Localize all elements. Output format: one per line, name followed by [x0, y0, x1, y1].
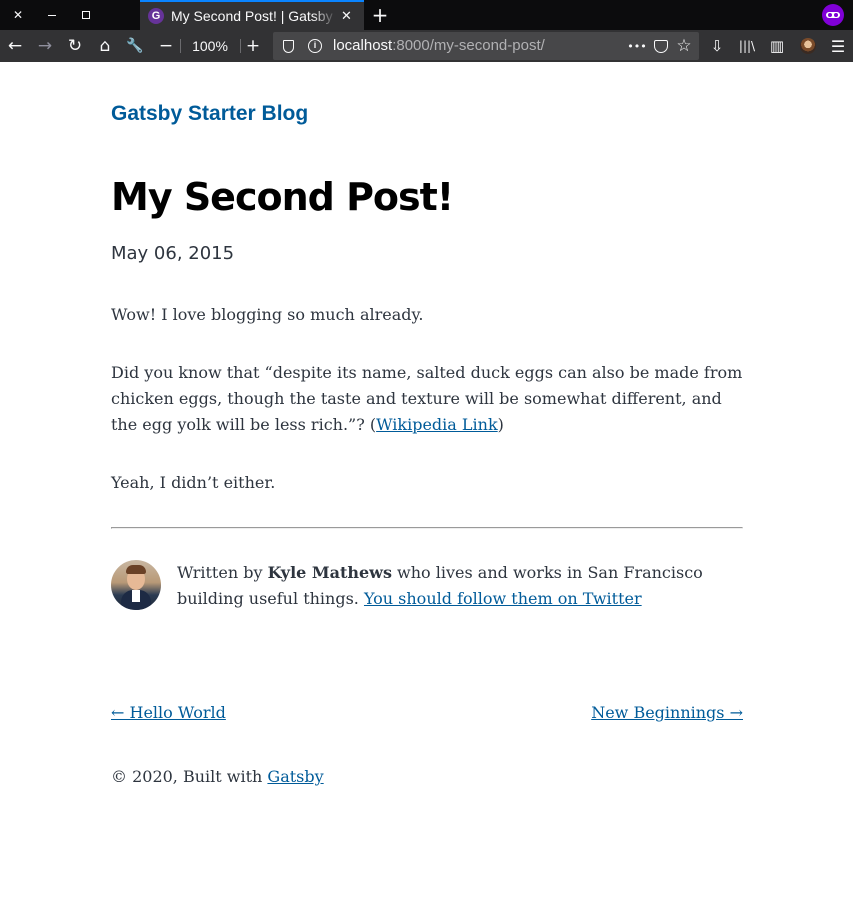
library-icon: |||\ — [738, 39, 756, 53]
previous-post-link[interactable]: ← Hello World — [111, 700, 226, 726]
site-title-link[interactable]: Gatsby Starter Blog — [111, 102, 308, 126]
pocket-button[interactable] — [649, 34, 673, 58]
customize-button[interactable]: 🔧 — [122, 33, 148, 59]
close-icon: ✕ — [12, 8, 24, 22]
post-title: My Second Post! — [111, 175, 454, 219]
browser-navigation-toolbar: ← → ↻ ⌂ 🔧 − 100% + i localhost:8000/my-s… — [0, 30, 853, 62]
post-paragraph: Wow! I love blogging so much already. — [111, 305, 424, 324]
paragraph-text: ) — [497, 415, 504, 434]
window-close-button[interactable]: ✕ — [1, 0, 35, 30]
minimize-icon — [48, 14, 56, 16]
bookmark-button[interactable]: ☆ — [672, 34, 696, 58]
minus-icon: − — [158, 36, 174, 56]
author-avatar — [111, 560, 161, 610]
window-maximize-button[interactable] — [69, 0, 103, 30]
site-info-button[interactable]: i — [303, 34, 327, 58]
library-button[interactable]: |||\ — [734, 33, 760, 59]
gatsby-favicon-icon: G — [148, 8, 164, 24]
back-button[interactable]: ← — [2, 33, 28, 59]
home-button[interactable]: ⌂ — [92, 33, 118, 59]
reload-icon: ↻ — [67, 36, 83, 56]
star-icon: ☆ — [676, 36, 692, 56]
new-tab-button[interactable]: + — [368, 0, 392, 30]
twitter-follow-link[interactable]: You should follow them on Twitter — [364, 589, 642, 608]
arrow-right-icon: → — [37, 36, 53, 56]
author-name: Kyle Mathews — [267, 563, 392, 582]
post-paragraph: Yeah, I didn’t either. — [111, 473, 276, 492]
private-browsing-icon — [822, 4, 844, 26]
private-mask-shape — [826, 12, 840, 18]
post-divider — [111, 527, 743, 529]
browser-tab-active[interactable]: G My Second Post! | Gatsby Starter Blog … — [140, 0, 364, 30]
post-paragraph: Did you know that “despite its name, sal… — [111, 360, 743, 438]
menu-button[interactable]: ☰ — [825, 33, 851, 59]
tracking-protection-button[interactable] — [276, 34, 300, 58]
home-icon: ⌂ — [99, 36, 111, 56]
url-path: :8000/my-second-post/ — [392, 37, 545, 54]
tab-close-icon[interactable]: ✕ — [341, 9, 352, 24]
download-icon: ⇩ — [710, 37, 724, 55]
sidebar-button[interactable]: ▥ — [764, 33, 790, 59]
shield-icon — [282, 39, 294, 53]
downloads-button[interactable]: ⇩ — [704, 33, 730, 59]
url-text[interactable]: localhost:8000/my-second-post/ — [333, 32, 545, 60]
sidebar-icon: ▥ — [769, 37, 785, 55]
arrow-left-icon: ← — [7, 36, 23, 56]
zoom-out-button[interactable]: − — [153, 33, 179, 59]
hamburger-menu-icon: ☰ — [830, 36, 846, 56]
browser-tab-bar: ✕ G My Second Post! | Gatsby Starter Blo… — [0, 0, 853, 30]
plus-icon: + — [245, 36, 261, 56]
footer-text: © 2020, Built with — [111, 767, 268, 786]
tab-title: My Second Post! | Gatsby Starter Blog — [171, 8, 337, 24]
zoom-in-button[interactable]: + — [240, 33, 266, 59]
avatar-collar-shape — [132, 590, 140, 602]
page-actions-button[interactable]: ••• — [625, 34, 649, 58]
account-avatar-icon — [800, 38, 816, 54]
forward-button[interactable]: → — [32, 33, 58, 59]
next-post-link[interactable]: New Beginnings → — [591, 700, 743, 726]
info-icon: i — [308, 39, 322, 53]
window-minimize-button[interactable] — [35, 0, 69, 30]
wrench-icon: 🔧 — [126, 38, 144, 54]
url-host: localhost — [333, 37, 393, 54]
author-bio: Written by Kyle Mathews who lives and wo… — [177, 560, 747, 612]
post-date: May 06, 2015 — [111, 243, 235, 264]
avatar-hair-shape — [126, 565, 146, 574]
pocket-icon — [654, 39, 668, 53]
more-dots-icon: ••• — [627, 39, 647, 53]
site-footer: © 2020, Built with Gatsby — [111, 764, 324, 790]
reload-button[interactable]: ↻ — [62, 33, 88, 59]
zoom-level-reset-button[interactable]: 100% — [180, 30, 240, 62]
account-button[interactable] — [795, 33, 821, 59]
url-bar[interactable]: i localhost:8000/my-second-post/ ••• ☆ — [273, 32, 699, 60]
wikipedia-link[interactable]: Wikipedia Link — [376, 415, 498, 434]
gatsby-link[interactable]: Gatsby — [267, 767, 323, 786]
maximize-icon — [82, 11, 90, 19]
bio-text: Written by — [177, 563, 268, 582]
